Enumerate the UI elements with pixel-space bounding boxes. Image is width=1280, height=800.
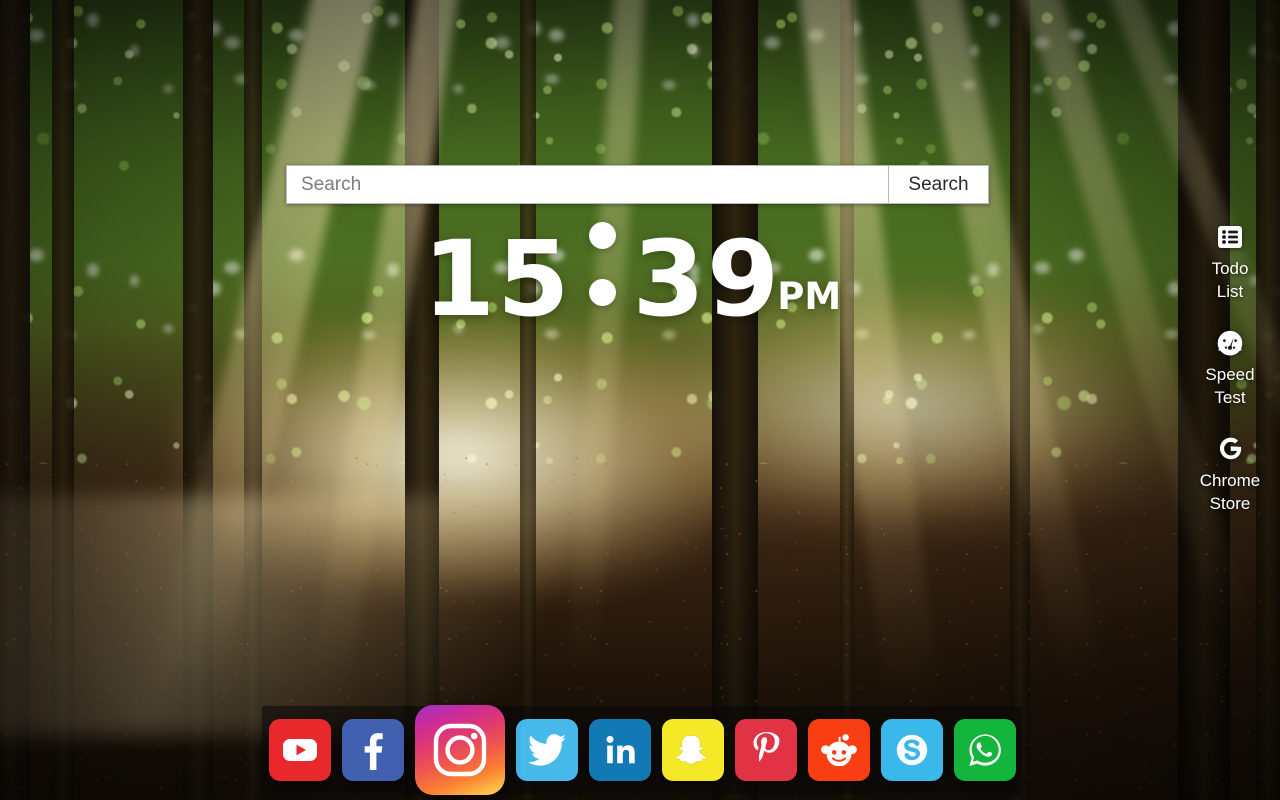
snapchat-icon xyxy=(675,733,710,767)
sidebar-item-chrome-store[interactable]: Chrome Store xyxy=(1188,434,1272,516)
social-tile-youtube[interactable] xyxy=(268,719,331,781)
social-tile-instagram[interactable] xyxy=(414,705,505,795)
utility-sidebar: Todo List Speed Test Chrome Store xyxy=(1188,222,1272,516)
sidebar-label-line1: Chrome xyxy=(1199,470,1261,490)
social-tile-linkedin[interactable] xyxy=(588,719,651,781)
todo-list-icon xyxy=(1215,222,1245,252)
reddit-icon xyxy=(820,734,857,766)
google-g-icon xyxy=(1215,434,1245,464)
search-bar[interactable]: Search xyxy=(286,165,989,204)
social-tile-twitter[interactable] xyxy=(515,719,578,781)
social-tile-whatsapp[interactable] xyxy=(953,719,1016,781)
sidebar-item-label: Todo List xyxy=(1212,258,1249,304)
wallpaper-vignette xyxy=(0,0,1280,800)
sidebar-label-line2: List xyxy=(1216,281,1244,301)
social-tile-snapchat[interactable] xyxy=(661,719,724,781)
sidebar-label-line2: Test xyxy=(1214,387,1246,407)
sidebar-item-speed-test[interactable]: Speed Test xyxy=(1188,328,1272,410)
wallpaper-background xyxy=(0,0,1280,800)
sidebar-label-line1: Todo xyxy=(1211,259,1249,278)
social-tile-facebook[interactable] xyxy=(341,719,404,781)
whatsapp-icon xyxy=(967,732,1003,768)
pinterest-icon xyxy=(751,732,781,768)
instagram-icon xyxy=(430,720,490,780)
social-dock xyxy=(262,705,1022,795)
linkedin-icon xyxy=(604,734,636,766)
facebook-icon xyxy=(361,730,385,770)
social-tile-pinterest[interactable] xyxy=(734,719,797,781)
social-tile-reddit[interactable] xyxy=(807,719,870,781)
skype-icon xyxy=(894,732,930,768)
social-tile-skype[interactable] xyxy=(880,719,943,781)
sidebar-item-todo-list[interactable]: Todo List xyxy=(1188,222,1272,304)
sidebar-item-label: Speed Test xyxy=(1205,364,1254,410)
search-button[interactable]: Search xyxy=(888,165,989,204)
twitter-icon xyxy=(527,734,566,766)
sidebar-label-line2: Store xyxy=(1209,493,1251,513)
search-input[interactable] xyxy=(286,165,888,204)
speedometer-icon xyxy=(1215,328,1245,358)
sidebar-label-line1: Speed xyxy=(1205,364,1255,384)
sidebar-item-label: Chrome Store xyxy=(1200,470,1260,516)
youtube-icon xyxy=(282,737,318,763)
